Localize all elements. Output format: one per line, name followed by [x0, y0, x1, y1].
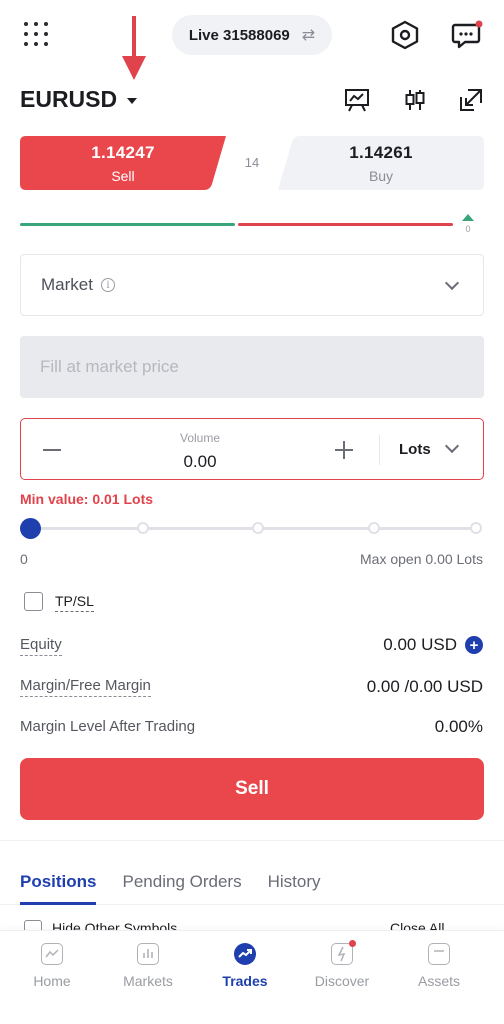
slider-step-50[interactable] — [252, 522, 264, 534]
price-placeholder: Fill at market price — [40, 357, 179, 376]
tab-positions[interactable]: Positions — [20, 872, 97, 892]
nav-home[interactable]: Home — [12, 943, 92, 989]
price-input: Fill at market price — [20, 336, 484, 398]
tpsl-checkbox[interactable] — [24, 592, 43, 611]
minus-icon[interactable] — [43, 449, 61, 451]
volume-stepper[interactable]: Volume 0.00 Lots — [20, 418, 484, 480]
slider-min-label: 0 — [20, 551, 28, 567]
trades-trend-icon — [234, 943, 256, 965]
active-tab-indicator — [20, 902, 96, 905]
apps-grid-icon[interactable] — [24, 22, 48, 46]
nav-markets[interactable]: Markets — [108, 943, 188, 989]
expand-window-icon[interactable] — [454, 83, 488, 117]
notification-dot — [349, 940, 356, 947]
plus-icon-vertical — [343, 441, 345, 459]
nav-trades[interactable]: Trades — [205, 943, 285, 989]
sell-quote-button[interactable]: 1.14247 Sell — [20, 136, 226, 190]
spread-value: 14 — [244, 155, 260, 170]
caret-down-icon — [127, 98, 138, 104]
volume-unit-select[interactable]: Lots — [399, 441, 431, 458]
order-type-value: Market — [41, 275, 93, 294]
chevron-down-icon — [444, 438, 460, 454]
nav-discover[interactable]: Discover — [302, 940, 382, 989]
slider-step-25[interactable] — [137, 522, 149, 534]
markets-bar-icon — [137, 943, 159, 965]
order-type-select[interactable]: Market i — [20, 254, 484, 316]
info-icon[interactable]: i — [100, 278, 115, 292]
sentiment-value: 0 — [465, 224, 471, 234]
chevron-down-icon — [444, 275, 460, 290]
annotation-arrow-icon — [120, 16, 148, 82]
chart-presentation-icon[interactable] — [340, 83, 374, 117]
home-chart-icon — [41, 943, 63, 965]
slider-step-100[interactable] — [470, 522, 482, 534]
equity-value: 0.00 USD — [383, 635, 457, 654]
account-label: Live 31588069 — [188, 26, 290, 44]
sentiment-bar-sell — [238, 223, 453, 226]
assets-wallet-icon — [428, 943, 450, 965]
symbol-selector[interactable]: EURUSD — [20, 86, 138, 113]
discover-bolt-icon — [331, 940, 356, 965]
slider-step-75[interactable] — [368, 522, 380, 534]
slider-handle[interactable] — [20, 518, 41, 539]
section-divider — [0, 840, 504, 841]
equity-label[interactable]: Equity — [20, 636, 62, 656]
buy-quote-button[interactable]: 1.14261 Buy — [278, 136, 484, 190]
sentiment-bar-buy — [20, 223, 235, 226]
sell-price: 1.14247 — [91, 142, 155, 162]
messages-icon[interactable] — [450, 18, 484, 52]
nav-markets-label: Markets — [123, 973, 173, 989]
divider — [379, 435, 380, 465]
margin-value: 0.00 /0.00 USD — [366, 677, 483, 696]
tab-pending-orders[interactable]: Pending Orders — [123, 872, 242, 892]
margin-level-value: 0.00% — [434, 717, 483, 736]
equity-row: 0.00 USD + — [383, 635, 483, 655]
margin-level-label: Margin Level After Trading — [20, 718, 196, 735]
volume-label: Volume — [179, 431, 221, 445]
triangle-up-icon — [462, 214, 474, 221]
settings-hexagon-icon[interactable] — [388, 18, 422, 52]
nav-assets-label: Assets — [417, 973, 460, 989]
tab-history[interactable]: History — [268, 872, 321, 892]
buy-label: Buy — [368, 167, 394, 184]
symbol-name: EURUSD — [20, 86, 118, 112]
slider-max-label: Max open 0.00 Lots — [360, 551, 483, 567]
swap-icon: ⇄ — [301, 27, 316, 44]
nav-home-label: Home — [33, 973, 71, 989]
tpsl-label[interactable]: TP/SL — [55, 593, 94, 612]
account-switcher[interactable]: Live 31588069 ⇄ — [172, 15, 332, 55]
add-funds-icon[interactable]: + — [465, 636, 483, 654]
candlestick-icon[interactable] — [398, 83, 432, 117]
sell-label: Sell — [111, 167, 135, 184]
sell-button[interactable]: Sell — [20, 758, 484, 820]
nav-assets[interactable]: Assets — [399, 943, 479, 989]
bottom-nav: Home Markets Trades Discover Assets — [0, 930, 504, 1024]
volume-input[interactable]: 0.00 — [141, 452, 259, 472]
buy-price: 1.14261 — [349, 142, 413, 162]
positions-tabs: Positions Pending Orders History — [20, 872, 321, 892]
nav-discover-label: Discover — [314, 973, 370, 989]
margin-label[interactable]: Margin/Free Margin — [20, 677, 151, 697]
min-value-warning: Min value: 0.01 Lots — [20, 491, 154, 507]
nav-trades-label: Trades — [222, 973, 268, 989]
